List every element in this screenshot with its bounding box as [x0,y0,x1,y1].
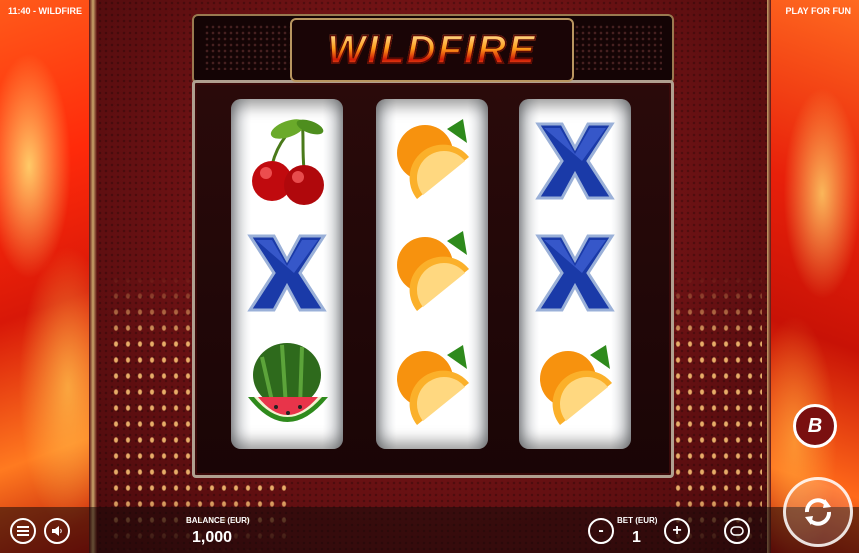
orange-symbol [525,333,625,441]
bet-label: BET (EUR) [617,516,658,525]
left-fire-panel [0,0,97,553]
bet-decrease-button[interactable]: - [588,518,614,544]
game-logo: WILDFIRE [290,18,574,82]
bet-increase-button[interactable]: + [664,518,690,544]
boost-button[interactable]: B [793,404,837,448]
sound-icon [52,526,62,536]
reel-frame [192,80,674,478]
balance-label: BALANCE (EUR) [186,516,250,525]
cherry-symbol [237,107,337,215]
orange-symbol [382,333,482,441]
play-mode-label: PLAY FOR FUN [785,6,851,16]
sound-button[interactable] [44,518,70,544]
logo-text: WILDFIRE [327,27,537,73]
time-title: 11:40 - WILDFIRE [8,6,83,16]
reel-3 [519,99,631,449]
balance-value: 1,000 [192,529,233,546]
spin-icon [805,498,831,526]
menu-icon [17,526,29,536]
bet-value: 1 [632,529,641,546]
orange-symbol [382,107,482,215]
reel-1 [231,99,343,449]
boost-b-icon: B [807,414,823,437]
right-fire-panel [767,0,859,553]
x-symbol [525,219,625,327]
watermelon-symbol [237,333,337,441]
x-symbol [237,219,337,327]
menu-button[interactable] [10,518,36,544]
autoplay-button[interactable] [724,518,750,544]
autoplay-icon [730,526,744,536]
bottom-bar: BALANCE (EUR) 1,000 - BET (EUR) 1 + [0,507,859,553]
x-symbol [525,107,625,215]
orange-symbol [382,219,482,327]
left-rail [89,0,97,553]
reel-2 [376,99,488,449]
spin-button[interactable] [783,477,853,547]
